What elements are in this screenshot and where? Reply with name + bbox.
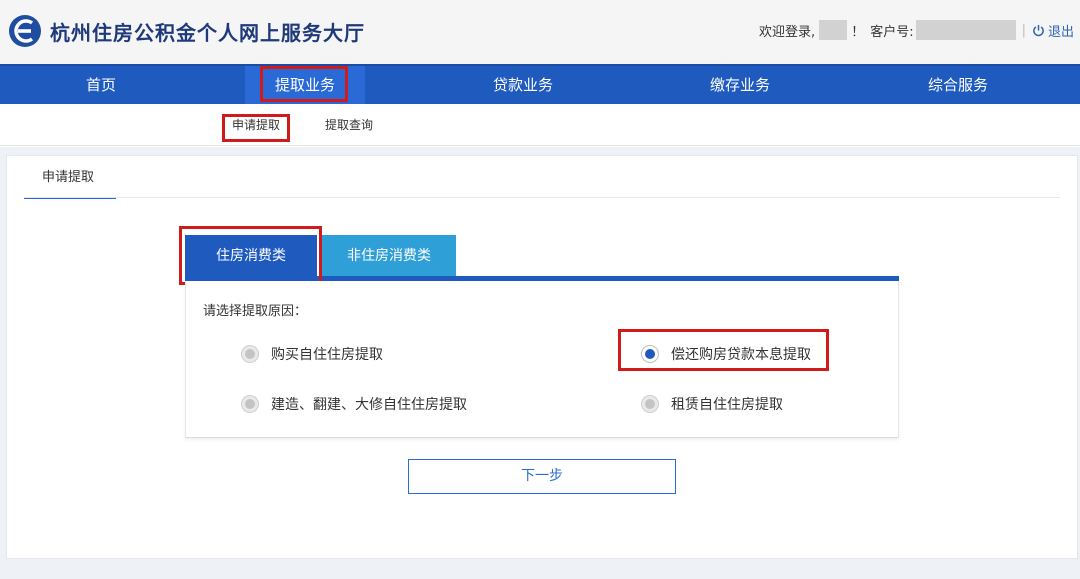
option-label: 租赁自住住房提取 [671, 397, 783, 413]
radio-button-selected[interactable] [641, 345, 659, 363]
main-nav: 首页 提取业务 贷款业务 缴存业务 综合服务 [0, 64, 1080, 104]
welcome-prefix: 欢迎登录, [759, 24, 816, 40]
radio-button[interactable] [641, 395, 659, 413]
power-icon [1033, 24, 1044, 36]
user-area: 欢迎登录, ！ 客户号: | 退出 [759, 19, 1074, 41]
reason-prompt: 请选择提取原因： [203, 304, 308, 319]
sub-nav-withdrawal-query[interactable]: 提取查询 [325, 116, 373, 133]
provident-fund-logo [9, 15, 41, 47]
nav-item-home[interactable]: 首页 [41, 66, 161, 104]
option-repay-mortgage[interactable]: 偿还购房贷款本息提取 [641, 344, 811, 364]
masked-username [819, 20, 848, 40]
nav-item-services[interactable]: 综合服务 [898, 66, 1018, 104]
radio-dot [245, 399, 255, 409]
customer-id-label: 客户号: [870, 24, 914, 40]
option-buy-home[interactable]: 购买自住住房提取 [241, 344, 383, 364]
radio-dot [645, 349, 655, 359]
nav-item-loan[interactable]: 贷款业务 [463, 66, 583, 104]
option-label: 购买自住住房提取 [271, 347, 383, 363]
site-title: 杭州住房公积金个人网上服务大厅 [50, 21, 365, 45]
panel-divider [24, 197, 1060, 198]
welcome-suffix: ！ [851, 24, 865, 40]
header: 杭州住房公积金个人网上服务大厅 欢迎登录, ！ 客户号: | 退出 [0, 0, 1080, 64]
logout-button[interactable]: 退出 [1032, 21, 1074, 40]
option-build-renovate[interactable]: 建造、翻建、大修自住住房提取 [241, 394, 467, 414]
next-step-button[interactable]: 下一步 [408, 459, 676, 494]
nav-item-deposit[interactable]: 缴存业务 [680, 66, 800, 104]
radio-button[interactable] [241, 345, 259, 363]
option-label: 偿还购房贷款本息提取 [671, 347, 811, 363]
header-separator: | [1021, 22, 1026, 38]
radio-button[interactable] [241, 395, 259, 413]
tab-non-housing-consumption[interactable]: 非住房消费类 [322, 235, 456, 278]
nav-item-withdrawal[interactable]: 提取业务 [245, 66, 365, 104]
option-label: 建造、翻建、大修自住住房提取 [271, 397, 467, 413]
radio-dot [245, 349, 255, 359]
logout-label: 退出 [1047, 24, 1074, 40]
radio-dot [645, 399, 655, 409]
sub-nav-apply-withdrawal[interactable]: 申请提取 [232, 116, 280, 133]
tab-housing-consumption[interactable]: 住房消费类 [185, 235, 317, 278]
panel-title: 申请提取 [24, 166, 116, 199]
sub-nav: 申请提取 提取查询 [0, 104, 1080, 146]
option-rent-home[interactable]: 租赁自住住房提取 [641, 394, 783, 414]
masked-customer-id [915, 20, 1016, 40]
